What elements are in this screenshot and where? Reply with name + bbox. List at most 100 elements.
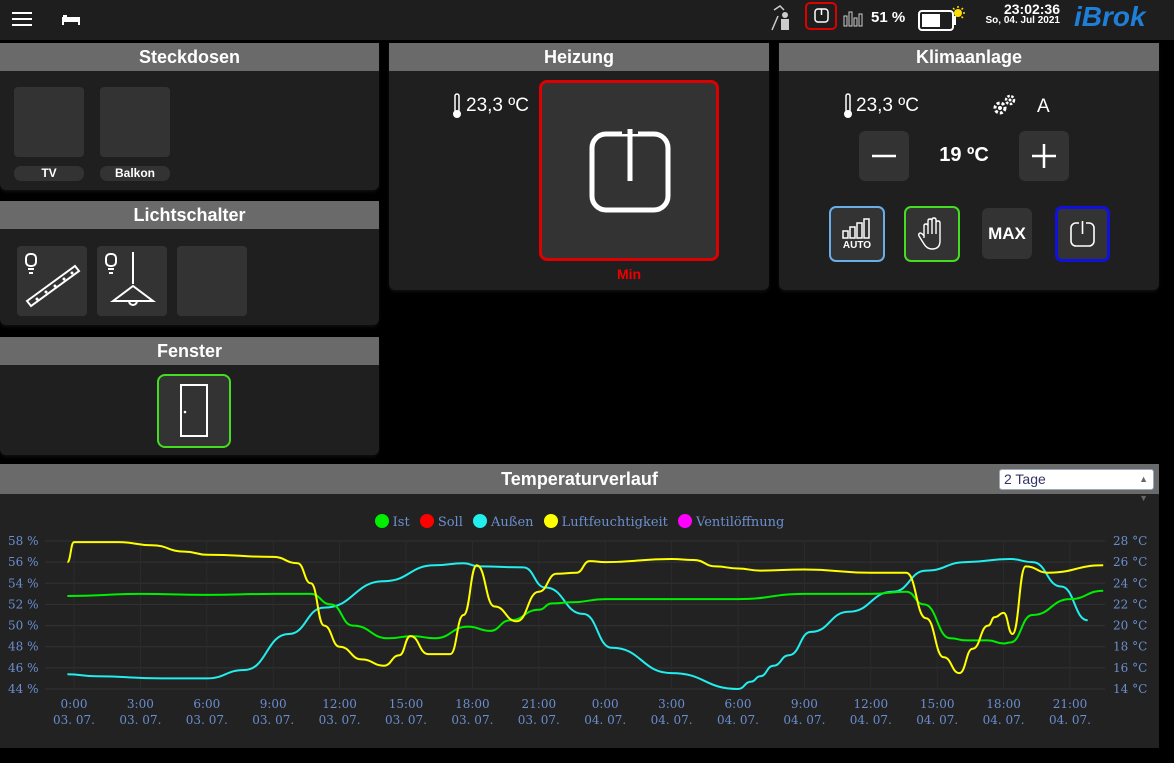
x-tick-date: 04. 07.: [651, 713, 693, 727]
power-icon: [1070, 220, 1095, 247]
x-tick-date: 03. 07.: [186, 713, 228, 727]
y-left-tick-label: 54 %: [8, 576, 39, 590]
top-bar: 51 % 23:02:36 So, 04. Jul 2021 iBrok: [0, 0, 1174, 40]
x-tick-time: 3:00: [127, 697, 154, 711]
setpoint-decrease-button[interactable]: [859, 131, 909, 181]
heating-mode-label: Min: [616, 266, 642, 282]
x-tick-time: 15:00: [389, 697, 424, 711]
x-tick-date: 04. 07.: [1049, 713, 1091, 727]
y-left-tick-label: 58 %: [8, 534, 39, 548]
heating-power-button[interactable]: [539, 80, 719, 261]
panel-title: Lichtschalter: [0, 201, 379, 229]
bed-icon[interactable]: [62, 13, 80, 25]
x-tick-time: 0:00: [61, 697, 88, 711]
y-left-tick-label: 50 %: [8, 619, 39, 633]
x-tick-time: 12:00: [322, 697, 357, 711]
x-tick-date: 03. 07.: [451, 713, 493, 727]
x-tick-time: 18:00: [986, 697, 1021, 711]
x-tick-date: 04. 07.: [783, 713, 825, 727]
fan-auto-label: AUTO: [842, 240, 872, 251]
x-tick-time: 0:00: [592, 697, 619, 711]
panel-title: Steckdosen: [0, 43, 379, 71]
y-left-tick-label: 46 %: [8, 661, 39, 675]
clock-date: So, 04. Jul 2021: [985, 15, 1061, 26]
led-strip-button[interactable]: [17, 246, 87, 316]
x-tick-time: 3:00: [658, 697, 685, 711]
y-right-tick-label: 24 °C: [1113, 576, 1147, 590]
steckdosen-panel: Steckdosen TV Balkon: [0, 43, 379, 190]
led-strip-icon: [25, 253, 81, 308]
y-right-tick-label: 20 °C: [1113, 619, 1147, 633]
fan-speed-icon: [842, 218, 870, 239]
x-tick-time: 15:00: [920, 697, 955, 711]
light-switch-3-button[interactable]: [177, 246, 247, 316]
klimaanlage-panel: Klimaanlage 23,3 ºC A 19 ºC AUTO MAX: [779, 43, 1159, 290]
power-status-button[interactable]: [805, 2, 837, 30]
x-tick-time: 9:00: [791, 697, 818, 711]
socket-balkon-label: Balkon: [100, 166, 170, 181]
lichtschalter-panel: Lichtschalter: [0, 201, 379, 325]
thermometer-icon: [844, 93, 852, 118]
heating-temperature: 23,3 ºC: [466, 95, 529, 116]
setpoint-increase-button[interactable]: [1019, 131, 1069, 181]
window-closed-icon: [180, 384, 208, 437]
x-tick-date: 04. 07.: [584, 713, 626, 727]
fenster-panel: Fenster: [0, 337, 379, 455]
power-icon: [589, 127, 671, 213]
x-tick-date: 03. 07.: [252, 713, 294, 727]
socket-tv-label: TV: [14, 166, 84, 181]
fan-max-label: MAX: [988, 224, 1026, 243]
statistics-icon[interactable]: [843, 8, 863, 28]
y-left-tick-label: 52 %: [8, 597, 39, 611]
ceiling-lamp-button[interactable]: [97, 246, 167, 316]
y-right-tick-label: 22 °C: [1113, 597, 1147, 611]
series-line-außen: [67, 557, 1088, 691]
fan-gears-icon[interactable]: [991, 92, 1017, 118]
x-tick-date: 03. 07.: [53, 713, 95, 727]
manual-mode-button[interactable]: [904, 206, 960, 262]
heizung-panel: Heizung 23,3 ºC Min: [389, 43, 769, 290]
x-tick-date: 03. 07.: [518, 713, 560, 727]
fan-max-button[interactable]: MAX: [982, 208, 1032, 259]
y-right-tick-label: 28 °C: [1113, 534, 1147, 548]
x-tick-date: 03. 07.: [385, 713, 427, 727]
x-tick-time: 18:00: [455, 697, 490, 711]
socket-tv-button[interactable]: [14, 87, 84, 157]
clock-time: 23:02:36: [1003, 1, 1060, 17]
ac-power-button[interactable]: [1055, 206, 1110, 262]
window-status-button[interactable]: [157, 374, 231, 448]
x-tick-date: 04. 07.: [916, 713, 958, 727]
y-right-tick-label: 16 °C: [1113, 661, 1147, 675]
x-tick-time: 9:00: [260, 697, 287, 711]
panel-title: Heizung: [389, 43, 769, 71]
series-line-ist: [67, 589, 1104, 645]
y-right-tick-label: 14 °C: [1113, 682, 1147, 696]
ceiling-lamp-icon: [105, 252, 156, 306]
x-tick-time: 12:00: [854, 697, 889, 711]
battery-percent: 51 %: [871, 9, 906, 26]
panel-title: Fenster: [0, 337, 379, 365]
x-tick-date: 03. 07.: [119, 713, 161, 727]
y-right-tick-label: 18 °C: [1113, 640, 1147, 654]
y-left-tick-label: 48 %: [8, 640, 39, 654]
fan-mode-value: A: [1037, 96, 1050, 117]
temperature-chart-panel: Temperaturverlauf 2 Tage ▲ ▼ Ist Soll Auß…: [0, 464, 1159, 748]
socket-balkon-button[interactable]: [100, 87, 170, 157]
ac-temperature: 23,3 ºC: [856, 95, 919, 116]
temperature-line-chart: 58 % 28 °C 56 % 26 °C 54 % 24 °C 52 % 22 °C 50 %…: [8, 534, 1147, 727]
brand-logo: iBrok: [1074, 1, 1146, 32]
alarm-system-icon[interactable]: [770, 4, 794, 32]
x-tick-time: 6:00: [193, 697, 220, 711]
plus-icon: [1032, 144, 1056, 168]
x-tick-date: 03. 07.: [319, 713, 361, 727]
x-tick-time: 21:00: [522, 697, 557, 711]
fan-auto-button[interactable]: AUTO: [829, 206, 885, 262]
minus-icon: [872, 154, 896, 158]
y-right-tick-label: 26 °C: [1113, 555, 1147, 569]
hand-icon: [917, 217, 941, 250]
x-tick-time: 6:00: [725, 697, 752, 711]
menu-icon[interactable]: [12, 12, 32, 26]
thermometer-icon: [453, 93, 461, 118]
x-tick-date: 04. 07.: [717, 713, 759, 727]
ac-setpoint: 19 ºC: [939, 144, 989, 166]
